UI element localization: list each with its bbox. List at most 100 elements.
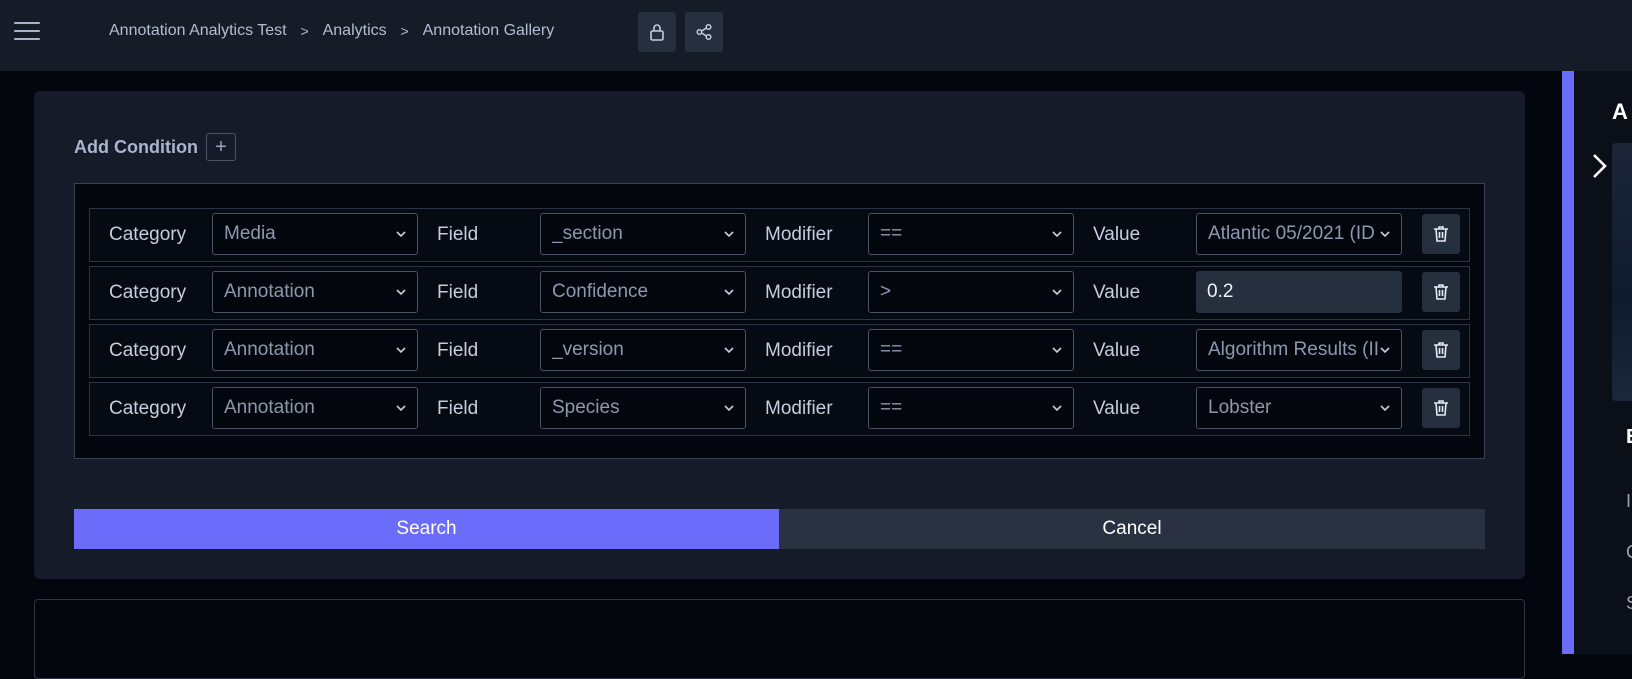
chevron-down-icon bbox=[1052, 347, 1062, 354]
value-selected: Lobster bbox=[1208, 397, 1272, 418]
category-select[interactable]: Annotation bbox=[212, 271, 418, 313]
side-panel-title: A bbox=[1612, 99, 1628, 124]
hamburger-icon[interactable] bbox=[14, 20, 40, 42]
chevron-down-icon bbox=[724, 347, 734, 354]
chevron-right-icon[interactable] bbox=[1588, 151, 1610, 181]
condition-row: Category Annotation Field Species Modifi… bbox=[89, 382, 1470, 436]
field-value: Confidence bbox=[552, 281, 649, 302]
side-panel: A E I C S bbox=[1574, 71, 1632, 654]
field-label: Field bbox=[437, 224, 479, 245]
modifier-label: Modifier bbox=[765, 224, 833, 245]
chevron-down-icon bbox=[1380, 347, 1390, 354]
field-select[interactable]: _version bbox=[540, 329, 746, 371]
field-value: Species bbox=[552, 397, 620, 418]
value-label: Value bbox=[1093, 282, 1141, 303]
add-condition-button[interactable]: + bbox=[205, 133, 236, 161]
chevron-down-icon bbox=[724, 405, 734, 412]
field-label: Field bbox=[437, 340, 479, 361]
field-value: _section bbox=[552, 223, 623, 244]
category-value: Annotation bbox=[224, 397, 315, 418]
modifier-select[interactable]: == bbox=[868, 329, 1074, 371]
delete-condition-button[interactable] bbox=[1422, 388, 1460, 428]
modifier-select[interactable]: > bbox=[868, 271, 1074, 313]
category-value: Media bbox=[224, 223, 276, 244]
modifier-label: Modifier bbox=[765, 398, 833, 419]
field-label: Field bbox=[437, 398, 479, 419]
plus-icon: + bbox=[215, 135, 227, 158]
breadcrumb-separator: > bbox=[400, 23, 409, 39]
chevron-down-icon bbox=[1052, 405, 1062, 412]
results-panel bbox=[34, 599, 1525, 679]
side-panel-item: I bbox=[1626, 491, 1632, 511]
search-button[interactable]: Search bbox=[74, 509, 779, 549]
value-select[interactable]: Lobster bbox=[1196, 387, 1402, 429]
field-select[interactable]: _section bbox=[540, 213, 746, 255]
category-label: Category bbox=[109, 282, 187, 303]
condition-row: Category Annotation Field Confidence Mod… bbox=[89, 266, 1470, 320]
chevron-down-icon bbox=[396, 289, 406, 296]
category-value: Annotation bbox=[224, 281, 315, 302]
chevron-down-icon bbox=[724, 289, 734, 296]
share-button[interactable] bbox=[685, 12, 723, 52]
field-select[interactable]: Species bbox=[540, 387, 746, 429]
side-panel-heading: E bbox=[1626, 426, 1632, 449]
breadcrumb-analytics[interactable]: Analytics bbox=[323, 22, 387, 40]
chevron-down-icon bbox=[396, 347, 406, 354]
value-selected: Atlantic 05/2021 (ID bbox=[1208, 223, 1375, 244]
chevron-down-icon bbox=[1380, 231, 1390, 238]
category-select[interactable]: Media bbox=[212, 213, 418, 255]
breadcrumb: Annotation Analytics Test > Analytics > … bbox=[109, 22, 554, 40]
value-label: Value bbox=[1093, 340, 1141, 361]
field-label: Field bbox=[437, 282, 479, 303]
side-panel-thumbnail[interactable] bbox=[1612, 143, 1632, 401]
category-select[interactable]: Annotation bbox=[212, 329, 418, 371]
delete-condition-button[interactable] bbox=[1422, 214, 1460, 254]
trash-icon bbox=[1434, 226, 1448, 242]
share-icon bbox=[696, 23, 712, 41]
category-value: Annotation bbox=[224, 339, 315, 360]
chevron-down-icon bbox=[396, 405, 406, 412]
add-condition-label: Add Condition bbox=[74, 136, 198, 157]
chevron-down-icon bbox=[396, 231, 406, 238]
value-label: Value bbox=[1093, 224, 1141, 245]
field-value: _version bbox=[552, 339, 624, 360]
category-select[interactable]: Annotation bbox=[212, 387, 418, 429]
side-panel-item: C bbox=[1626, 542, 1632, 563]
category-label: Category bbox=[109, 398, 187, 419]
field-select[interactable]: Confidence bbox=[540, 271, 746, 313]
category-label: Category bbox=[109, 224, 187, 245]
chevron-down-icon bbox=[724, 231, 734, 238]
top-bar: Annotation Analytics Test > Analytics > … bbox=[0, 0, 1632, 71]
modifier-label: Modifier bbox=[765, 340, 833, 361]
modifier-value: == bbox=[880, 397, 903, 418]
trash-icon bbox=[1434, 400, 1448, 416]
conditions-container: Category Media Field _section Modifier =… bbox=[74, 183, 1485, 459]
value-input[interactable] bbox=[1196, 271, 1402, 313]
value-label: Value bbox=[1093, 398, 1141, 419]
delete-condition-button[interactable] bbox=[1422, 272, 1460, 312]
breadcrumb-project[interactable]: Annotation Analytics Test bbox=[109, 22, 287, 40]
chevron-down-icon bbox=[1052, 231, 1062, 238]
trash-icon bbox=[1434, 342, 1448, 358]
chevron-down-icon bbox=[1380, 405, 1390, 412]
breadcrumb-separator: > bbox=[300, 23, 309, 39]
modifier-value: == bbox=[880, 339, 903, 360]
add-condition-group: Add Condition + bbox=[74, 133, 236, 161]
value-selected: Algorithm Results (II bbox=[1208, 339, 1378, 360]
delete-condition-button[interactable] bbox=[1422, 330, 1460, 370]
category-label: Category bbox=[109, 340, 187, 361]
cancel-button[interactable]: Cancel bbox=[779, 509, 1485, 549]
lock-button[interactable] bbox=[638, 12, 676, 52]
lock-icon bbox=[650, 24, 664, 41]
modifier-label: Modifier bbox=[765, 282, 833, 303]
modifier-value: == bbox=[880, 223, 903, 244]
value-select[interactable]: Atlantic 05/2021 (ID bbox=[1196, 213, 1402, 255]
breadcrumb-annotation-gallery[interactable]: Annotation Gallery bbox=[423, 22, 555, 40]
side-panel-item: S bbox=[1626, 593, 1632, 614]
modifier-select[interactable]: == bbox=[868, 387, 1074, 429]
condition-row: Category Media Field _section Modifier =… bbox=[89, 208, 1470, 262]
modifier-select[interactable]: == bbox=[868, 213, 1074, 255]
value-select[interactable]: Algorithm Results (II bbox=[1196, 329, 1402, 371]
chevron-down-icon bbox=[1052, 289, 1062, 296]
condition-row: Category Annotation Field _version Modif… bbox=[89, 324, 1470, 378]
